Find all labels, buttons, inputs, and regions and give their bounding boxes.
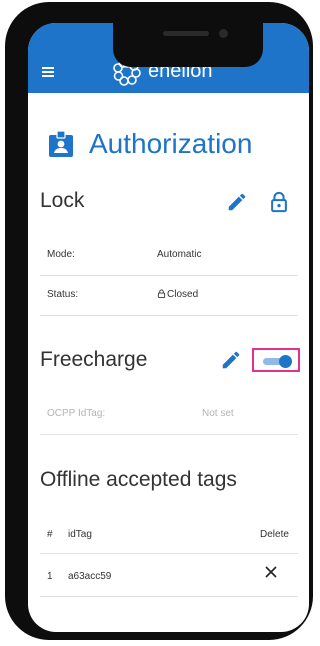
row-index: 1 [47,571,53,582]
ocpp-idtag-label: OCPP IdTag: [47,408,106,419]
ocpp-idtag-row: OCPP IdTag: Not set [40,396,298,435]
close-x-icon[interactable] [262,563,280,581]
earpiece [163,31,209,36]
badge-id-icon [49,131,73,157]
hamburger-menu-icon[interactable] [42,67,54,77]
col-header-delete: Delete [260,529,289,540]
lock-mode-row: Mode: Automatic [40,237,298,276]
front-camera [219,29,228,38]
pencil-edit-icon[interactable] [226,191,248,213]
freecharge-section-title: Freecharge [40,348,148,371]
status-label: Status: [47,289,79,300]
pencil-edit-icon[interactable] [220,349,242,371]
phone-notch [113,23,263,67]
page-title: Authorization [89,128,253,159]
padlock-icon [157,289,166,298]
toggle-knob [279,355,292,368]
table-divider [40,553,298,554]
offline-tags-title: Offline accepted tags [40,468,237,491]
freecharge-toggle[interactable] [252,348,300,372]
phone-frame: enelion Authorization Lock Mode: Automat… [5,2,313,640]
col-header-index: # [47,529,53,540]
status-value: Closed [167,289,199,300]
ocpp-idtag-value: Not set [202,408,234,419]
lock-status-row: Status: Closed [40,277,298,316]
mode-value: Automatic [157,249,202,260]
app-screen: enelion Authorization Lock Mode: Automat… [28,23,309,632]
col-header-idtag: idTag [68,529,92,540]
lock-open-icon[interactable] [268,191,290,213]
table-row-divider [40,596,298,597]
row-idtag: a63acc59 [68,571,112,582]
mode-label: Mode: [47,249,75,260]
lock-section-title: Lock [40,189,85,212]
